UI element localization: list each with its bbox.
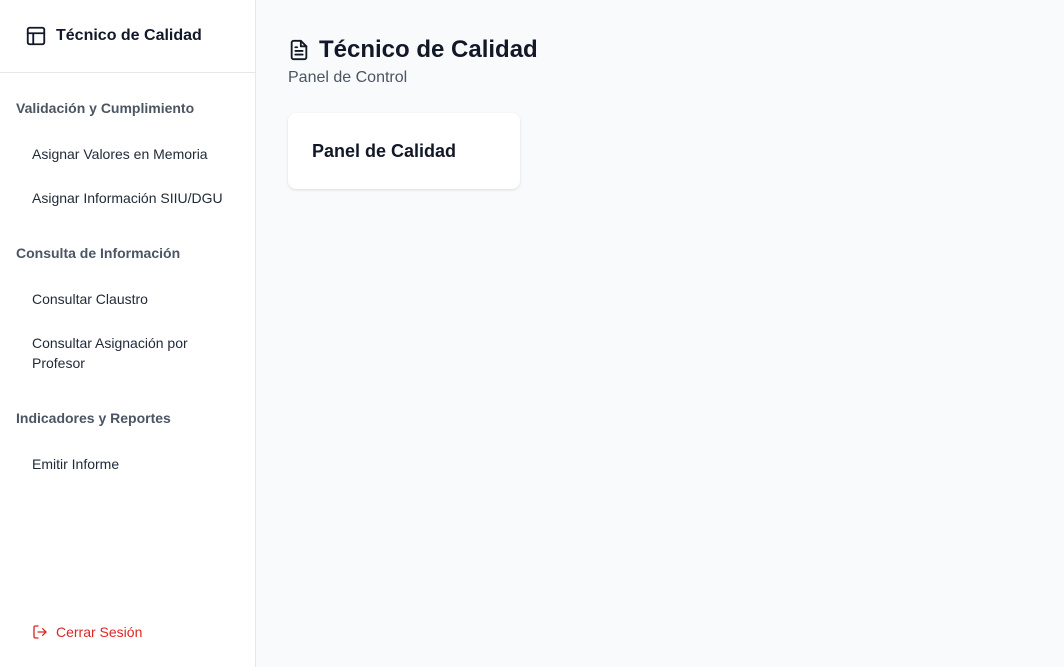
page-header: Técnico de Calidad [288,36,1032,64]
sidebar-item-consultar-claustro[interactable]: Consultar Claustro [0,279,240,319]
sidebar-item-asignar-valores-memoria[interactable]: Asignar Valores en Memoria [0,134,240,174]
layout-panel-icon [25,25,47,47]
nav-section-indicadores: Indicadores y Reportes Emitir Informe [0,410,255,484]
nav-section-consulta: Consulta de Información Consultar Claust… [0,245,255,383]
page-subtitle: Panel de Control [288,69,408,86]
card-title: Panel de Calidad [312,140,457,161]
app-root: Técnico de Calidad Validación y Cumplimi… [0,0,1064,667]
sidebar-item-emitir-informe[interactable]: Emitir Informe [0,444,240,484]
nav-section-title: Consulta de Información [16,245,181,261]
sidebar: Técnico de Calidad Validación y Cumplimi… [0,0,256,667]
sidebar-item-asignar-informacion-siiu-dgu[interactable]: Asignar Información SIIU/DGU [0,178,240,218]
page-title: Técnico de Calidad [319,36,538,63]
sidebar-item-consultar-asignacion-profesor[interactable]: Consultar Asignación por Profesor [0,323,240,383]
nav-section-title: Validación y Cumplimiento [16,100,195,116]
nav-section-validacion: Validación y Cumplimiento Asignar Valore… [0,100,255,218]
logout-button[interactable]: Cerrar Sesión [32,624,142,640]
document-icon [288,39,310,61]
logout-label: Cerrar Sesión [56,624,143,640]
nav-list: Emitir Informe [0,444,255,484]
nav-section-title: Indicadores y Reportes [16,410,171,426]
nav-list: Asignar Valores en Memoria Asignar Infor… [0,134,255,218]
logout-icon [32,624,48,640]
main-content: Técnico de Calidad Panel de Control Pane… [256,0,1064,667]
nav-list: Consultar Claustro Consultar Asignación … [0,279,255,383]
sidebar-brand: Técnico de Calidad [0,0,255,73]
brand-title: Técnico de Calidad [56,27,202,44]
panel-calidad-card[interactable]: Panel de Calidad [288,113,520,189]
